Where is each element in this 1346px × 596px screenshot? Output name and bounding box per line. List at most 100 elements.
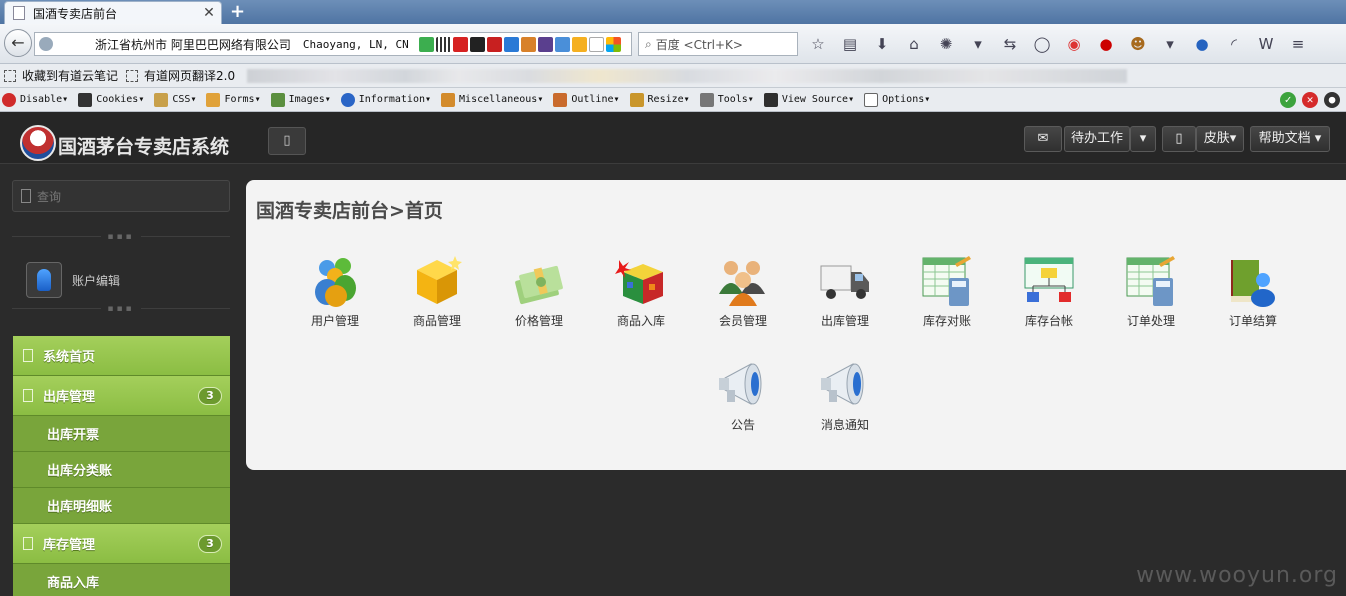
avatar: [26, 262, 62, 298]
moon-icon[interactable]: [554, 36, 570, 52]
tile-label: 订单结算: [1228, 314, 1277, 328]
webdev-forms[interactable]: Forms ▾: [206, 92, 261, 107]
tile-goods-inbound[interactable]: 商品入库: [590, 254, 692, 329]
webdev-options[interactable]: Options ▾: [864, 92, 930, 107]
sidebar-subitem-outbound-category-ledger[interactable]: 出库分类账: [13, 452, 230, 488]
page-favicon-icon: [13, 6, 25, 20]
webdev-cookies[interactable]: Cookies ▾: [78, 92, 144, 107]
close-tab-icon[interactable]: ✕: [201, 5, 217, 21]
tile-inventory-reconcile[interactable]: 库存对账: [896, 254, 998, 329]
tag-icon[interactable]: [520, 36, 536, 52]
tile-message-notification[interactable]: 消息通知: [794, 358, 896, 433]
webdev-disable[interactable]: Disable ▾: [2, 92, 68, 107]
webdev-images[interactable]: Images ▾: [270, 92, 331, 107]
webdev-misc[interactable]: Miscellaneous ▾: [441, 92, 543, 107]
dropdown-icon[interactable]: ▾: [1160, 34, 1180, 54]
tile-label: 订单处理: [1126, 314, 1175, 328]
wave-icon[interactable]: [503, 36, 519, 52]
tile-member-management[interactable]: 会员管理: [692, 254, 794, 329]
skin-button[interactable]: 皮肤▾: [1196, 126, 1244, 152]
sync-arrows-icon[interactable]: ⇆: [1000, 34, 1020, 54]
todo-dropdown-button[interactable]: ▾: [1130, 126, 1156, 152]
download-icon[interactable]: ⬇: [872, 34, 892, 54]
address-bar[interactable]: 浙江省杭州市 阿里巴巴网络有限公司 Chaoyang, LN, CN: [34, 32, 632, 56]
help-docs-button[interactable]: 帮助文档 ▾: [1250, 126, 1330, 152]
back-button[interactable]: ←: [4, 29, 32, 57]
menu-icon[interactable]: ≡: [1288, 34, 1308, 54]
count-badge: 3: [198, 387, 222, 405]
folder-icon: [441, 92, 456, 107]
webdev-information[interactable]: Information ▾: [340, 92, 431, 107]
tile-label: 价格管理: [514, 314, 563, 328]
tile-goods-management[interactable]: 商品管理: [386, 254, 488, 329]
webdev-label: Outline: [571, 94, 614, 105]
bug-icon[interactable]: ✺: [936, 34, 956, 54]
sidebar-subitem-outbound-invoice[interactable]: 出库开票: [13, 416, 230, 452]
shield-icon[interactable]: [418, 36, 434, 52]
webdev-view-source[interactable]: View Source ▾: [763, 92, 854, 107]
bootstrap-icon[interactable]: [537, 36, 553, 52]
webdev-label: Cookies: [96, 94, 139, 105]
circle-red-icon[interactable]: ◉: [1064, 34, 1084, 54]
dropdown-icon[interactable]: ▾: [968, 34, 988, 54]
users-icon: [307, 254, 363, 308]
chat-icon[interactable]: ◯: [1032, 34, 1052, 54]
star-icon[interactable]: ☆: [808, 34, 828, 54]
flash-icon[interactable]: [486, 36, 502, 52]
settings-icon[interactable]: ●: [1324, 92, 1340, 108]
sidebar-subitem-goods-inbound[interactable]: 商品入库: [13, 564, 230, 596]
webdev-tools[interactable]: Tools ▾: [699, 92, 754, 107]
sidebar-toggle-button[interactable]: ▯: [268, 127, 306, 155]
browser-tab[interactable]: 国酒专卖店前台 ✕: [4, 1, 222, 24]
bookmark-youdao-translate[interactable]: 有道网页翻译2.0: [126, 67, 235, 84]
money-icon: [511, 254, 567, 308]
tile-user-management[interactable]: 用户管理: [284, 254, 386, 329]
error-icon[interactable]: ✕: [1302, 92, 1318, 108]
account-edit-link[interactable]: 账户编辑: [26, 262, 120, 298]
envelope-icon: ✉: [1037, 131, 1049, 146]
windows-icon[interactable]: [605, 36, 621, 52]
new-tab-button[interactable]: +: [230, 1, 245, 22]
webdev-resize[interactable]: Resize ▾: [629, 92, 690, 107]
tile-inventory-ledger[interactable]: 库存台帐: [998, 254, 1100, 329]
webdev-css[interactable]: CSS ▾: [154, 92, 196, 107]
reading-list-icon[interactable]: ▤: [840, 34, 860, 54]
package-icon[interactable]: [571, 36, 587, 52]
mobile-button[interactable]: ▯: [1162, 126, 1196, 152]
w-icon[interactable]: W: [1256, 34, 1276, 54]
tile-price-management[interactable]: 价格管理: [488, 254, 590, 329]
home-icon[interactable]: ⌂: [904, 34, 924, 54]
sidebar-item-outbound[interactable]: 出库管理 3: [13, 376, 230, 416]
mail-button[interactable]: ✉: [1024, 126, 1062, 152]
box-icon: [409, 254, 465, 308]
address-location-text: 浙江省杭州市 阿里巴巴网络有限公司: [95, 37, 291, 52]
check-icon[interactable]: ✓: [1280, 92, 1296, 108]
monkey-icon[interactable]: ☻: [1128, 34, 1148, 54]
tab-title: 国酒专卖店前台: [33, 6, 118, 21]
members-icon: [715, 254, 771, 308]
adblock-icon[interactable]: ●: [1096, 34, 1116, 54]
sidebar-item-home[interactable]: 系统首页: [13, 336, 230, 376]
app-brand: 国酒茅台专卖店系统: [58, 136, 230, 158]
iis-icon[interactable]: [588, 36, 604, 52]
rss-icon[interactable]: ◜: [1224, 34, 1244, 54]
bookmark-youdao-note[interactable]: 收藏到有道云笔记: [4, 67, 118, 84]
tile-order-processing[interactable]: 订单处理: [1100, 254, 1202, 329]
qrcode-icon[interactable]: [435, 36, 451, 52]
tile-announcement[interactable]: 公告: [692, 358, 794, 433]
org-chart-icon: [1021, 254, 1077, 308]
china-flag-icon[interactable]: [452, 36, 468, 52]
webdev-outline[interactable]: Outline ▾: [553, 92, 620, 107]
sidebar-search-input[interactable]: 查询: [12, 180, 230, 212]
globe-blue-icon[interactable]: ●: [1192, 34, 1212, 54]
tile-label: 用户管理: [310, 314, 359, 328]
webdev-label: Disable: [20, 94, 63, 105]
sidebar-item-inventory[interactable]: 库存管理 3: [13, 524, 230, 564]
sidebar-subitem-outbound-detail-ledger[interactable]: 出库明细账: [13, 488, 230, 524]
tile-order-settlement[interactable]: 订单结算: [1202, 254, 1304, 329]
todo-button[interactable]: 待办工作: [1064, 126, 1130, 152]
search-bar[interactable]: ⌕ 百度 <Ctrl+K>: [638, 32, 798, 56]
search-placeholder: 查询: [37, 189, 62, 204]
flag-icon[interactable]: [469, 36, 485, 52]
tile-outbound-management[interactable]: 出库管理: [794, 254, 896, 329]
